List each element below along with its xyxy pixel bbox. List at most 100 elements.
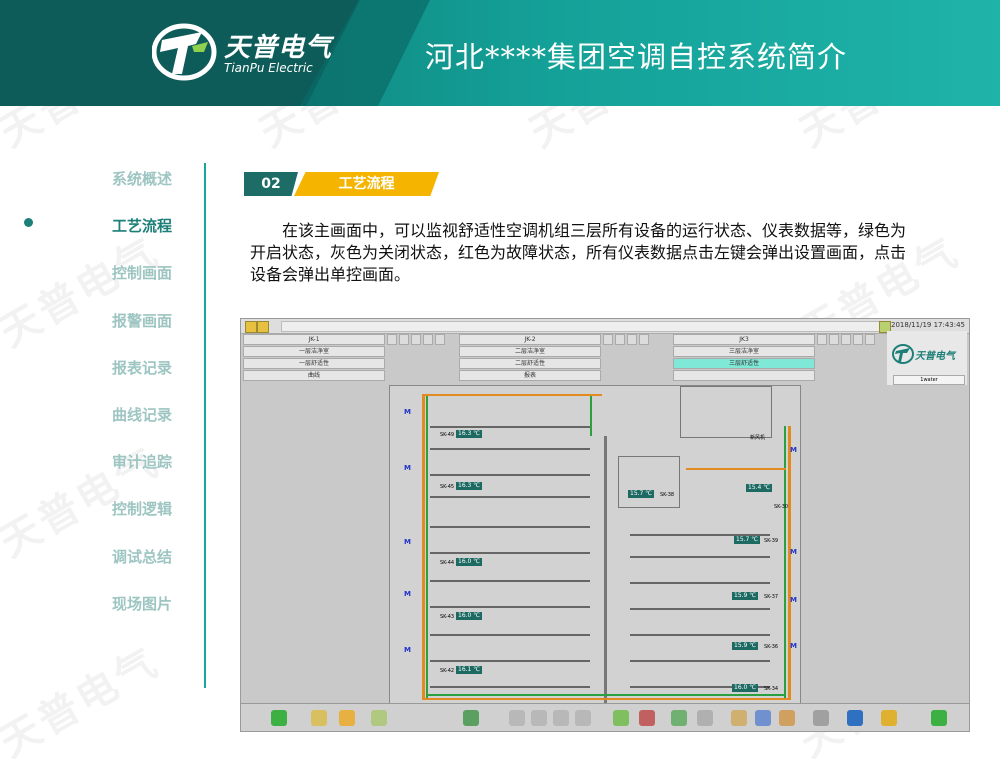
motor-icon[interactable]: M bbox=[790, 642, 797, 650]
motor-icon[interactable]: M bbox=[404, 464, 411, 472]
forward-icon[interactable] bbox=[697, 710, 713, 726]
temperature-readout[interactable]: 16.1 ℃ bbox=[456, 666, 483, 674]
supply-pipe bbox=[788, 426, 791, 700]
curve-button[interactable]: 曲线 bbox=[243, 370, 385, 381]
sidebar-item-debug-summary[interactable]: 调试总结 bbox=[60, 546, 172, 567]
unit-id: SK-44 bbox=[440, 560, 455, 566]
sidebar-item-label: 报表记录 bbox=[111, 359, 172, 377]
export-icon[interactable] bbox=[779, 710, 795, 726]
scada-timestamp: 2018/11/19 17:43:45 bbox=[891, 321, 966, 329]
unit-button[interactable]: 一层洁净室 bbox=[243, 346, 385, 357]
status-square[interactable] bbox=[411, 334, 421, 345]
temperature-readout[interactable]: 15.7 ℃ bbox=[734, 536, 761, 544]
duct-line bbox=[630, 634, 770, 636]
motor-icon[interactable]: M bbox=[790, 596, 797, 604]
temperature-readout[interactable]: 15.9 ℃ bbox=[732, 642, 759, 650]
refresh-icon[interactable] bbox=[613, 710, 629, 726]
status-square[interactable] bbox=[627, 334, 637, 345]
status-square[interactable] bbox=[829, 334, 839, 345]
duct-line bbox=[430, 634, 590, 636]
folder-icon[interactable] bbox=[339, 710, 355, 726]
status-square[interactable] bbox=[865, 334, 875, 345]
status-square[interactable] bbox=[387, 334, 397, 345]
temperature-readout[interactable]: 16.0 ℃ bbox=[732, 684, 759, 692]
status-square[interactable] bbox=[853, 334, 863, 345]
tools-icon[interactable] bbox=[311, 710, 327, 726]
sidebar-item-label: 工艺流程 bbox=[111, 217, 172, 235]
unit-id: SK-45 bbox=[440, 484, 455, 490]
sidebar-item-curve-records[interactable]: 曲线记录 bbox=[60, 404, 172, 425]
motor-icon[interactable]: M bbox=[404, 538, 411, 546]
empty-button[interactable] bbox=[673, 370, 815, 381]
column-header-jk1[interactable]: JK-1 bbox=[243, 334, 385, 345]
status-square[interactable] bbox=[615, 334, 625, 345]
arrow-up-icon[interactable] bbox=[531, 710, 547, 726]
sidebar-item-report-records[interactable]: 报表记录 bbox=[60, 357, 172, 378]
disk-icon[interactable] bbox=[813, 710, 829, 726]
sidebar-item-process-flow[interactable]: 工艺流程 bbox=[60, 215, 172, 236]
sidebar-divider bbox=[204, 163, 206, 688]
motor-icon[interactable]: M bbox=[404, 646, 411, 654]
sidebar-item-audit-trail[interactable]: 审计追踪 bbox=[60, 451, 172, 472]
print-icon[interactable] bbox=[731, 710, 747, 726]
temperature-readout[interactable]: 15.4 ℃ bbox=[746, 484, 773, 492]
sidebar-item-control-logic[interactable]: 控制逻辑 bbox=[60, 498, 172, 519]
play-icon[interactable] bbox=[271, 710, 287, 726]
motor-icon[interactable]: M bbox=[404, 408, 411, 416]
duct-line bbox=[430, 496, 590, 498]
temperature-readout[interactable]: 16.3 ℃ bbox=[456, 482, 483, 490]
duct-line bbox=[430, 448, 590, 450]
status-square[interactable] bbox=[435, 334, 445, 345]
room-label: 新风机 bbox=[750, 435, 766, 441]
report-button[interactable]: 报表 bbox=[459, 370, 601, 381]
temperature-readout[interactable]: 15.7 ℃ bbox=[628, 490, 655, 498]
company-logo: 天普电气 TianPu Electric bbox=[151, 22, 342, 82]
arrow-down-icon[interactable] bbox=[553, 710, 569, 726]
sidebar-item-alarm-screen[interactable]: 报警画面 bbox=[60, 310, 172, 331]
list-icon[interactable] bbox=[371, 710, 387, 726]
sidebar-item-overview[interactable]: 系统概述 bbox=[60, 168, 172, 189]
info-icon[interactable] bbox=[847, 710, 863, 726]
folder-icon[interactable] bbox=[245, 321, 257, 333]
status-square[interactable] bbox=[841, 334, 851, 345]
status-square[interactable] bbox=[399, 334, 409, 345]
status-square[interactable] bbox=[817, 334, 827, 345]
sidebar-item-site-photos[interactable]: 现场图片 bbox=[60, 593, 172, 614]
save-icon[interactable] bbox=[755, 710, 771, 726]
unit-button-selected[interactable]: 三层舒适性 bbox=[673, 358, 815, 369]
temperature-readout[interactable]: 16.0 ℃ bbox=[456, 612, 483, 620]
column-header-jk3[interactable]: JK3 bbox=[673, 334, 815, 345]
sidebar-item-label: 控制画面 bbox=[111, 264, 172, 282]
open-icon[interactable] bbox=[257, 321, 269, 333]
motor-icon[interactable]: M bbox=[790, 548, 797, 556]
motor-icon[interactable]: M bbox=[404, 590, 411, 598]
scada-logo-text: 天普电气 bbox=[915, 351, 955, 362]
unit-button[interactable]: 二层洁净室 bbox=[459, 346, 601, 357]
back-icon[interactable] bbox=[671, 710, 687, 726]
unit-id: SK-39 bbox=[764, 538, 779, 544]
header-bar: 天普电气 TianPu Electric 河北****集团空调自控系统简介 bbox=[0, 0, 1000, 106]
temperature-readout[interactable]: 16.3 ℃ bbox=[456, 430, 483, 438]
section-description: 在该主画面中，可以监视舒适性空调机组三层所有设备的运行状态、仪表数据等，绿色为开… bbox=[250, 221, 907, 284]
column-header-jk2[interactable]: JK-2 bbox=[459, 334, 601, 345]
unit-id: SK-30 bbox=[774, 504, 789, 510]
confirm-icon[interactable] bbox=[931, 710, 947, 726]
status-square[interactable] bbox=[639, 334, 649, 345]
stop-icon[interactable] bbox=[639, 710, 655, 726]
unit-button[interactable]: 三层洁净室 bbox=[673, 346, 815, 357]
status-square[interactable] bbox=[603, 334, 613, 345]
temperature-readout[interactable]: 15.9 ℃ bbox=[732, 592, 759, 600]
duct-line bbox=[430, 660, 590, 662]
unit-button[interactable]: 二层舒适性 bbox=[459, 358, 601, 369]
unit-button[interactable]: 一层舒适性 bbox=[243, 358, 385, 369]
motor-icon[interactable]: M bbox=[790, 446, 797, 454]
arrow-left-icon[interactable] bbox=[509, 710, 525, 726]
duct-line bbox=[630, 582, 770, 584]
sound-icon[interactable] bbox=[881, 710, 897, 726]
temperature-readout[interactable]: 16.0 ℃ bbox=[456, 558, 483, 566]
sidebar-item-control-screen[interactable]: 控制画面 bbox=[60, 262, 172, 283]
arrow-right-icon[interactable] bbox=[575, 710, 591, 726]
duct-line bbox=[430, 474, 590, 476]
import-icon[interactable] bbox=[463, 710, 479, 726]
status-square[interactable] bbox=[423, 334, 433, 345]
